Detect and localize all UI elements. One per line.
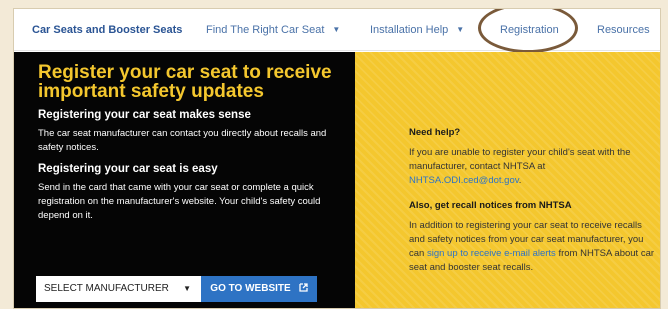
nav-item-label: Find The Right Car Seat [206,24,325,36]
section-title: Registering your car seat makes sense [38,109,251,121]
nav-home-link[interactable]: Car Seats and Booster Seats [32,9,182,51]
nav-item-find-seat[interactable]: Find The Right Car Seat ▼ [206,9,340,51]
nav-item-resources[interactable]: Resources [597,9,650,51]
go-to-website-label: GO TO WEBSITE [210,283,291,294]
help-text-before: If you are unable to register your child… [409,147,631,172]
nhtsa-email-link[interactable]: NHTSA.ODI.ced@dot.gov [409,175,519,186]
recall-text: In addition to registering your car seat… [409,219,659,275]
section-title: Registering your car seat is easy [38,163,218,175]
section-text: The car seat manufacturer can contact yo… [38,128,327,153]
chevron-down-icon: ▼ [456,25,465,34]
nav-item-installation-help[interactable]: Installation Help ▼ [370,9,464,51]
manufacturer-select[interactable]: SELECT MANUFACTURER ▼ [36,276,201,302]
page-title: Register your car seat to receive import… [38,62,332,102]
nav-item-registration[interactable]: Registration [500,9,559,51]
section-text: Send in the card that came with your car… [38,182,321,221]
top-nav: Car Seats and Booster Seats Find The Rig… [14,9,660,53]
manufacturer-select-value: SELECT MANUFACTURER [44,283,169,294]
go-to-website-button[interactable]: GO TO WEBSITE [201,276,317,302]
recall-title: Also, get recall notices from NHTSA [409,200,572,211]
help-title: Need help? [409,127,461,138]
help-text: If you are unable to register your child… [409,146,659,188]
chevron-down-icon: ▼ [332,25,341,34]
nav-item-label: Installation Help [370,24,449,36]
page-frame: Car Seats and Booster Seats Find The Rig… [13,8,661,309]
external-link-icon [299,283,308,292]
nav-item-label: Registration [500,24,559,36]
help-text-after: . [518,175,522,186]
nav-item-label: Resources [597,24,650,36]
email-alerts-link[interactable]: sign up to receive e-mail alerts [427,248,556,259]
chevron-down-icon: ▼ [183,284,191,293]
